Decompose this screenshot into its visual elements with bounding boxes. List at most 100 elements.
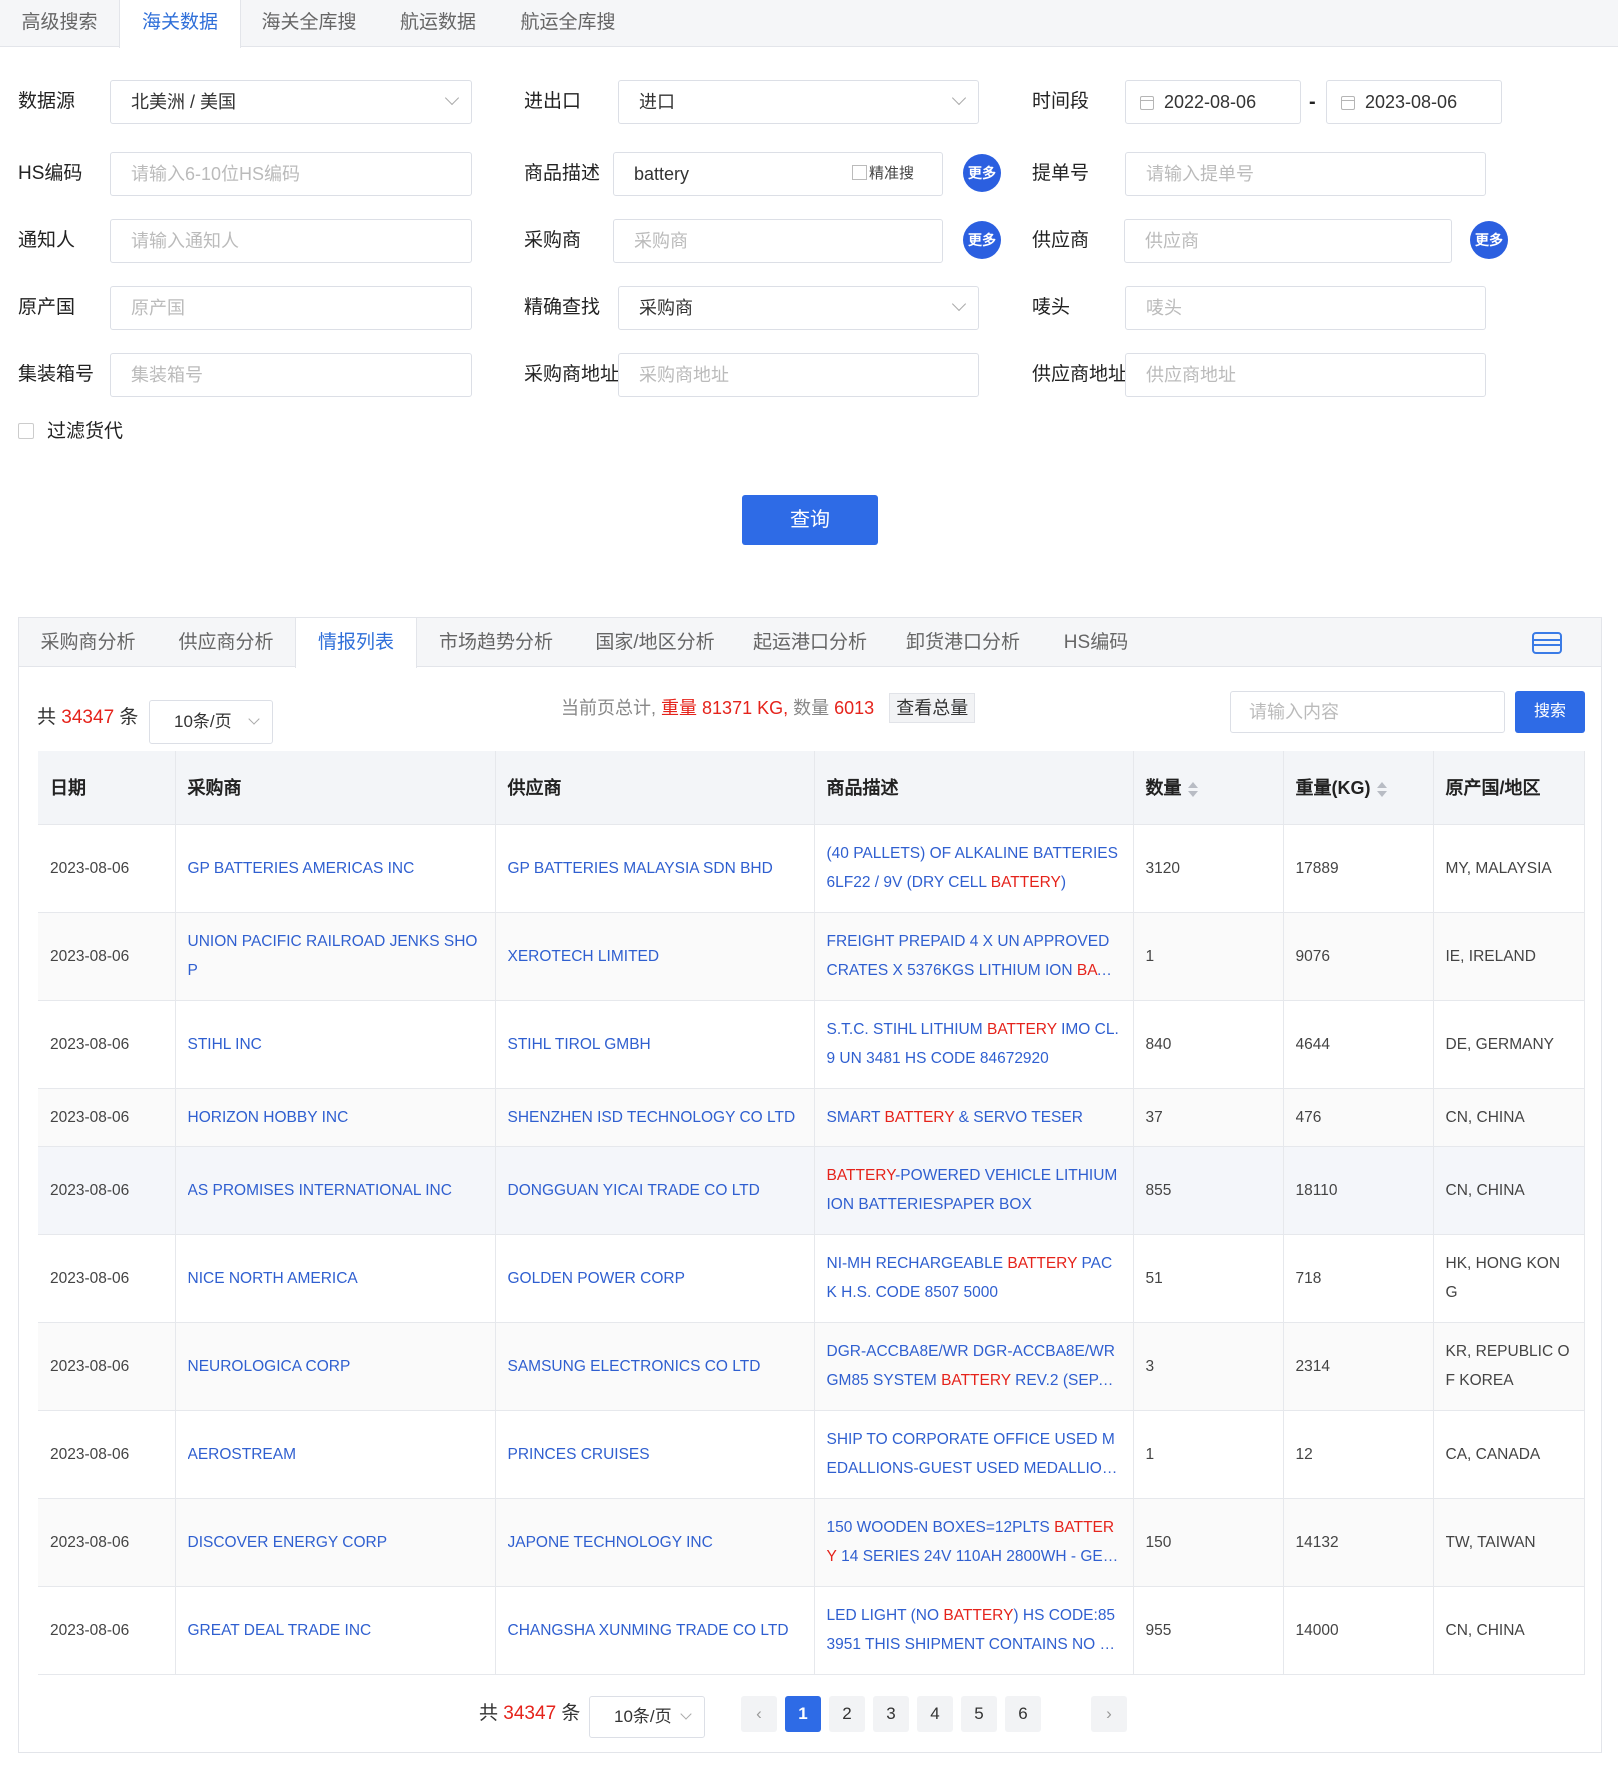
page-2-button[interactable]: 2 (829, 1696, 865, 1732)
more-desc-button[interactable]: 更多 (963, 154, 1001, 192)
exact-search-select[interactable]: 采购商 (618, 286, 979, 330)
search-button[interactable]: 搜索 (1515, 691, 1585, 733)
origin-input[interactable]: 原产国 (110, 286, 472, 330)
table-row[interactable]: 2023-08-06 NEUROLOGICA CORP SAMSUNG ELECTR… (38, 1322, 1585, 1411)
cell-supplier[interactable]: XEROTECH LIMITED (495, 912, 815, 1001)
sort-icon[interactable] (1376, 781, 1387, 798)
page-size-select[interactable]: 10条/页 (149, 700, 273, 744)
table-row[interactable]: 2023-08-06 NICE NORTH AMERICA GOLDEN POWER… (38, 1234, 1585, 1323)
cell-buyer[interactable]: AS PROMISES INTERNATIONAL INC (175, 1146, 496, 1235)
cell-supplier[interactable]: CHANGSHA XUNMING TRADE CO LTD (495, 1586, 815, 1675)
cell-desc[interactable]: FREIGHT PREPAID 4 X UN APPROVED CRATES X… (814, 912, 1134, 1001)
cell-supplier[interactable]: PRINCES CRUISES (495, 1410, 815, 1499)
cell-buyer[interactable]: STIHL INC (175, 1000, 496, 1089)
table-row[interactable]: 2023-08-06 GP BATTERIES AMERICAS INC GP BA… (38, 824, 1585, 913)
cell-desc[interactable]: (40 PALLETS) OF ALKALINE BATTERIES 6LF22… (814, 824, 1134, 913)
cell-supplier[interactable]: GP BATTERIES MALAYSIA SDN BHD (495, 824, 815, 913)
cell-desc[interactable]: LED LIGHT (NO BATTERY) HS CODE:853951 TH… (814, 1586, 1134, 1675)
cell-date: 2023-08-06 (38, 1498, 176, 1587)
cell-supplier[interactable]: STIHL TIROL GMBH (495, 1000, 815, 1089)
tab-advanced-search[interactable]: 高级搜索 (0, 0, 119, 47)
container-input[interactable]: 集装箱号 (110, 353, 472, 397)
table-row[interactable]: 2023-08-06 DISCOVER ENERGY CORP JAPONE TEC… (38, 1498, 1585, 1587)
col-desc: 商品描述 (814, 751, 1134, 825)
col-qty[interactable]: 数量 (1133, 751, 1284, 825)
supplier-address-input[interactable]: 供应商地址 (1125, 353, 1486, 397)
page-5-button[interactable]: 5 (961, 1696, 997, 1732)
total-number: 34347 (61, 707, 115, 728)
cell-buyer[interactable]: DISCOVER ENERGY CORP (175, 1498, 496, 1587)
cell-desc[interactable]: SHIP TO CORPORATE OFFICE USED MEDALLIONS… (814, 1410, 1134, 1499)
content-search-input[interactable]: 请输入内容 (1230, 691, 1505, 733)
page-1-button[interactable]: 1 (785, 1696, 821, 1732)
more-supplier-button[interactable]: 更多 (1470, 221, 1508, 259)
cell-desc[interactable]: NI-MH RECHARGEABLE BATTERY PACK H.S. COD… (814, 1234, 1134, 1323)
prev-page-button[interactable]: ‹ (741, 1696, 777, 1732)
tab-customs-full-search[interactable]: 海关全库搜 (241, 0, 377, 47)
tab-intel-list[interactable]: 情报列表 (295, 618, 417, 668)
sort-icon[interactable] (1187, 781, 1198, 798)
import-export-select[interactable]: 进口 (618, 80, 979, 124)
col-supplier-label: 供应商 (507, 778, 562, 799)
query-button[interactable]: 查询 (742, 495, 878, 545)
bill-no-input[interactable]: 请输入提单号 (1125, 152, 1486, 196)
col-weight[interactable]: 重量(KG) (1283, 751, 1434, 825)
cell-buyer[interactable]: GP BATTERIES AMERICAS INC (175, 824, 496, 913)
tab-market-trend[interactable]: 市场趋势分析 (417, 618, 575, 667)
page-6-button[interactable]: 6 (1005, 1696, 1041, 1732)
hs-code-input[interactable]: 请输入6-10位HS编码 (110, 152, 472, 196)
date-start-input[interactable]: 2022-08-06 (1125, 80, 1301, 124)
buyer-input[interactable]: 采购商 (613, 219, 943, 263)
filter-forwarder-checkbox[interactable] (18, 423, 34, 439)
table-row[interactable]: 2023-08-06 UNION PACIFIC RAILROAD JENKS S… (38, 912, 1585, 1001)
next-page-button[interactable]: › (1091, 1696, 1127, 1732)
table-row[interactable]: 2023-08-06 GREAT DEAL TRADE INC CHANGSHA X… (38, 1586, 1585, 1675)
mark-input[interactable]: 唛头 (1125, 286, 1486, 330)
cell-desc[interactable]: SMART BATTERY & SERVO TESER (814, 1088, 1134, 1147)
cell-supplier[interactable]: JAPONE TECHNOLOGY INC (495, 1498, 815, 1587)
supplier-input[interactable]: 供应商 (1124, 219, 1452, 263)
pager-size-select[interactable]: 10条/页 (589, 1696, 705, 1738)
cell-buyer[interactable]: UNION PACIFIC RAILROAD JENKS SHOP (175, 912, 496, 1001)
tab-shipping-full-search[interactable]: 航运全库搜 (499, 0, 637, 47)
tab-supplier-analysis[interactable]: 供应商分析 (157, 618, 295, 667)
page-4-button[interactable]: 4 (917, 1696, 953, 1732)
data-source-select[interactable]: 北美洲 / 美国 (110, 80, 472, 124)
precise-search-checkbox[interactable]: 精准搜 (851, 153, 914, 195)
tab-shipping-data[interactable]: 航运数据 (377, 0, 499, 47)
cell-buyer[interactable]: HORIZON HOBBY INC (175, 1088, 496, 1147)
cell-desc[interactable]: S.T.C. STIHL LITHIUM BATTERY IMO CL. 9 U… (814, 1000, 1134, 1089)
cell-buyer[interactable]: GREAT DEAL TRADE INC (175, 1586, 496, 1675)
view-total-button[interactable]: 查看总量 (889, 693, 976, 723)
page-3-button[interactable]: 3 (873, 1696, 909, 1732)
notify-input[interactable]: 请输入通知人 (110, 219, 472, 263)
cell-supplier[interactable]: SAMSUNG ELECTRONICS CO LTD (495, 1322, 815, 1411)
cell-weight-text: 476 (1295, 1108, 1322, 1126)
cell-buyer[interactable]: NEUROLOGICA CORP (175, 1322, 496, 1411)
table-row[interactable]: 2023-08-06 AS PROMISES INTERNATIONAL INC D… (38, 1146, 1585, 1235)
cell-qty-text: 3120 (1145, 859, 1180, 877)
cell-supplier[interactable]: SHENZHEN ISD TECHNOLOGY CO LTD (495, 1088, 815, 1147)
tab-buyer-analysis[interactable]: 采购商分析 (19, 618, 157, 667)
buyer-address-input[interactable]: 采购商地址 (618, 353, 979, 397)
cell-buyer[interactable]: NICE NORTH AMERICA (175, 1234, 496, 1323)
product-desc-input[interactable]: battery 精准搜 (613, 152, 943, 196)
cell-buyer[interactable]: AEROSTREAM (175, 1410, 496, 1499)
table-row[interactable]: 2023-08-06 STIHL INC STIHL TIROL GMBH S.T.C… (38, 1000, 1585, 1089)
cell-desc[interactable]: DGR-ACCBA8E/WR DGR-ACCBA8E/WR GM85 SYSTE… (814, 1322, 1134, 1411)
tab-customs-data[interactable]: 海关数据 (119, 0, 241, 48)
cell-desc[interactable]: 150 WOODEN BOXES=12PLTS BATTERY 14 SERIE… (814, 1498, 1134, 1587)
date-end-input[interactable]: 2023-08-06 (1326, 80, 1502, 124)
cell-desc[interactable]: BATTERY-POWERED VEHICLE LITHIUM ION BATT… (814, 1146, 1134, 1235)
table-row[interactable]: 2023-08-06 AEROSTREAM PRINCES CRUISES SHIP … (38, 1410, 1585, 1499)
tab-departure-port[interactable]: 起运港口分析 (735, 618, 885, 667)
card-view-icon[interactable] (1532, 632, 1562, 654)
tab-country-analysis[interactable]: 国家/地区分析 (575, 618, 735, 667)
cell-supplier[interactable]: DONGGUAN YICAI TRADE CO LTD (495, 1146, 815, 1235)
cell-supplier[interactable]: GOLDEN POWER CORP (495, 1234, 815, 1323)
more-buyer-button[interactable]: 更多 (963, 221, 1001, 259)
top-tabs: 高级搜索 海关数据 海关全库搜 航运数据 航运全库搜 (0, 0, 1618, 48)
table-row[interactable]: 2023-08-06 HORIZON HOBBY INC SHENZHEN ISD … (38, 1088, 1585, 1147)
tab-hs-code[interactable]: HS编码 (1041, 618, 1151, 667)
tab-arrival-port[interactable]: 卸货港口分析 (885, 618, 1041, 667)
